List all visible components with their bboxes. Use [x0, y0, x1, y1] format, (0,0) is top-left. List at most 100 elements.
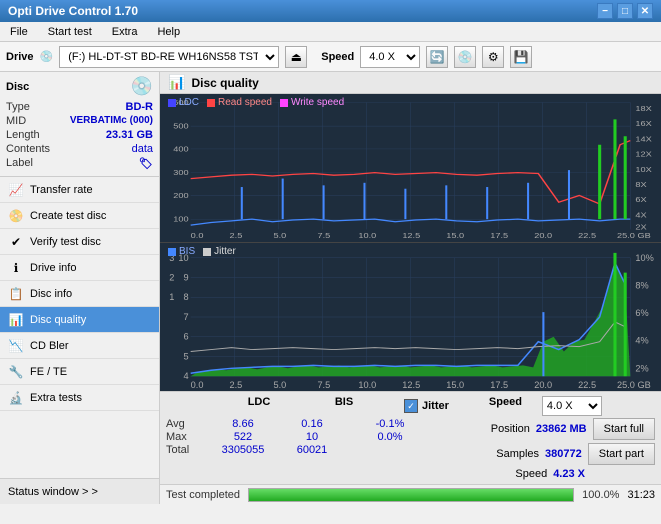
svg-text:4%: 4%	[635, 336, 648, 346]
sidebar-label-verify-test-disc: Verify test disc	[30, 236, 101, 248]
start-part-button[interactable]: Start part	[588, 443, 655, 465]
status-window-button[interactable]: Status window > >	[0, 478, 159, 504]
extra-tests-icon: 🔬	[8, 391, 24, 405]
svg-text:6%: 6%	[635, 308, 648, 318]
sidebar-item-disc-quality[interactable]: 📊 Disc quality	[0, 307, 159, 333]
disc-header: Disc 💿	[6, 76, 153, 97]
svg-text:12.5: 12.5	[402, 231, 420, 240]
sidebar-item-extra-tests[interactable]: 🔬 Extra tests	[0, 385, 159, 411]
disc-icon: 💿	[131, 76, 153, 97]
svg-text:18X: 18X	[635, 104, 652, 113]
speed-label: Speed	[321, 51, 354, 63]
speed-row: Speed 4.23 X	[515, 468, 585, 480]
read-speed-legend: Read speed	[207, 97, 272, 108]
maximize-button[interactable]: □	[617, 3, 633, 19]
svg-text:400: 400	[173, 144, 189, 153]
disc-button[interactable]: 💿	[454, 46, 476, 68]
speed-quality-select[interactable]: 4.0 X	[542, 396, 602, 416]
samples-row: Samples 380772 Start part	[496, 443, 655, 465]
disc-label-icon: 🏷	[139, 157, 153, 170]
elapsed-time: 31:23	[627, 489, 655, 501]
menu-help[interactable]: Help	[151, 24, 186, 40]
drive-select[interactable]: (F:) HL-DT-ST BD-RE WH16NS58 TST4	[59, 46, 279, 68]
disc-contents-value: data	[132, 143, 153, 155]
top-chart: LDC Read speed Write speed	[160, 94, 661, 243]
disc-quality-title: Disc quality	[191, 76, 258, 90]
svg-text:500: 500	[173, 121, 189, 130]
sidebar-label-disc-info: Disc info	[30, 288, 72, 300]
svg-text:4: 4	[184, 371, 189, 381]
start-full-button[interactable]: Start full	[593, 418, 655, 440]
svg-text:7: 7	[184, 312, 189, 322]
minimize-button[interactable]: −	[597, 3, 613, 19]
total-label: Total	[166, 444, 204, 456]
jitter-checkbox[interactable]: ✓	[404, 399, 418, 413]
settings-button[interactable]: ⚙	[482, 46, 504, 68]
sidebar-label-disc-quality: Disc quality	[30, 314, 86, 326]
total-ldc: 3305055	[208, 444, 278, 456]
svg-text:17.5: 17.5	[490, 380, 508, 390]
sidebar-label-create-test-disc: Create test disc	[30, 210, 106, 222]
disc-label-label: Label	[6, 157, 33, 170]
sidebar-item-create-test-disc[interactable]: 📀 Create test disc	[0, 203, 159, 229]
top-chart-svg: 600 500 400 300 200 100 18X 16X 14X 12X …	[160, 94, 661, 242]
sidebar-label-transfer-rate: Transfer rate	[30, 184, 93, 196]
refresh-button[interactable]: 🔄	[426, 46, 448, 68]
svg-text:10%: 10%	[635, 253, 653, 263]
avg-label: Avg	[166, 418, 204, 430]
ldc-header: LDC	[224, 396, 294, 416]
disc-type-row: Type BD-R	[6, 101, 153, 113]
bis-legend: BIS	[168, 246, 195, 257]
position-value: 23862 MB	[536, 423, 587, 435]
svg-text:5: 5	[184, 352, 189, 362]
svg-text:12X: 12X	[635, 149, 652, 158]
sidebar-item-cd-bler[interactable]: 📉 CD Bler	[0, 333, 159, 359]
stats-total-row: Total 3305055 60021	[166, 444, 491, 456]
menu-file[interactable]: File	[4, 24, 34, 40]
svg-text:2%: 2%	[635, 363, 648, 373]
svg-text:100: 100	[173, 214, 189, 223]
max-ldc: 522	[208, 431, 278, 443]
write-speed-legend: Write speed	[280, 97, 344, 108]
verify-test-disc-icon: ✔	[8, 235, 24, 249]
menu-start-test[interactable]: Start test	[42, 24, 98, 40]
svg-text:7.5: 7.5	[317, 380, 330, 390]
menu-extra[interactable]: Extra	[106, 24, 144, 40]
svg-text:10.0: 10.0	[358, 231, 376, 240]
speed-select[interactable]: 4.0 X 1.0 X 2.0 X 6.0 X 8.0 X	[360, 46, 420, 68]
bis-label: BIS	[179, 246, 195, 257]
svg-text:8X: 8X	[635, 180, 647, 189]
svg-text:12.5: 12.5	[402, 380, 420, 390]
svg-text:6: 6	[184, 332, 189, 342]
drive-bar: Drive 💿 (F:) HL-DT-ST BD-RE WH16NS58 TST…	[0, 42, 661, 72]
sidebar-item-drive-info[interactable]: ℹ Drive info	[0, 255, 159, 281]
svg-text:2.5: 2.5	[230, 231, 243, 240]
eject-button[interactable]: ⏏	[285, 46, 307, 68]
stats-section: LDC BIS ✓ Jitter Speed 4.0 X Avg 8.66	[160, 391, 661, 484]
svg-text:7.5: 7.5	[317, 231, 330, 240]
sidebar-item-disc-info[interactable]: 📋 Disc info	[0, 281, 159, 307]
max-label: Max	[166, 431, 204, 443]
bis-header: BIS	[314, 396, 374, 416]
jitter-color	[203, 248, 211, 256]
jitter-checkbox-row: ✓ Jitter	[404, 396, 449, 416]
menu-bar: File Start test Extra Help	[0, 22, 661, 42]
sidebar-item-transfer-rate[interactable]: 📈 Transfer rate	[0, 177, 159, 203]
svg-text:22.5: 22.5	[578, 380, 596, 390]
svg-text:10X: 10X	[635, 165, 652, 174]
svg-text:1: 1	[169, 292, 174, 302]
sidebar: Disc 💿 Type BD-R MID VERBATIMc (000) Len…	[0, 72, 160, 504]
bottom-chart: BIS Jitter	[160, 243, 661, 391]
samples-label: Samples	[496, 448, 539, 460]
close-button[interactable]: ✕	[637, 3, 653, 19]
title-bar: Opti Drive Control 1.70 − □ ✕	[0, 0, 661, 22]
charts-area: LDC Read speed Write speed	[160, 94, 661, 391]
sidebar-item-fe-te[interactable]: 🔧 FE / TE	[0, 359, 159, 385]
svg-text:8%: 8%	[635, 281, 648, 291]
fe-te-icon: 🔧	[8, 365, 24, 379]
svg-text:9: 9	[184, 273, 189, 283]
save-button[interactable]: 💾	[510, 46, 532, 68]
create-test-disc-icon: 📀	[8, 209, 24, 223]
disc-contents-row: Contents data	[6, 143, 153, 155]
sidebar-item-verify-test-disc[interactable]: ✔ Verify test disc	[0, 229, 159, 255]
